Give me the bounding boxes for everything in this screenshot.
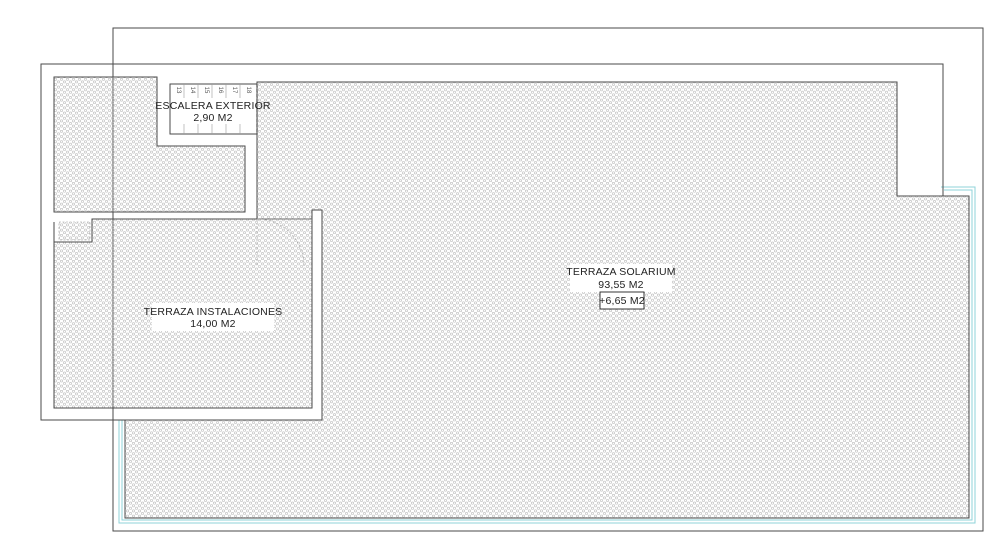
escalera-exterior-name: ESCALERA EXTERIOR — [155, 100, 271, 112]
terraza-instalaciones-name: TERRAZA INSTALACIONES — [144, 306, 283, 318]
label-escalera-exterior: ESCALERA EXTERIOR 2,90 M2 — [155, 98, 271, 124]
label-terraza-instalaciones: TERRAZA INSTALACIONES 14,00 M2 — [144, 303, 283, 331]
stair-step-number: 17 — [231, 87, 237, 94]
terraza-solarium-name: TERRAZA SOLARIUM — [566, 266, 675, 278]
stair-step-number: 15 — [203, 87, 209, 94]
stair-step-number: 14 — [189, 87, 195, 94]
terraza-instalaciones-area: 14,00 M2 — [190, 318, 235, 330]
stair-step-number: 13 — [175, 87, 181, 94]
terraza-solarium-area: 93,55 M2 — [598, 279, 643, 291]
escalera-exterior-area: 2,90 M2 — [193, 112, 232, 124]
stair-step-number: 16 — [217, 87, 223, 94]
roof-floor-plan: 13 14 15 16 17 18 ESCALERA EXTERIOR 2,90 M2 T… — [40, 27, 984, 532]
service-shaft — [58, 221, 91, 241]
terraza-solarium-extra-area: +6,65 M2 — [599, 295, 645, 307]
stair-step-number: 18 — [245, 87, 251, 94]
